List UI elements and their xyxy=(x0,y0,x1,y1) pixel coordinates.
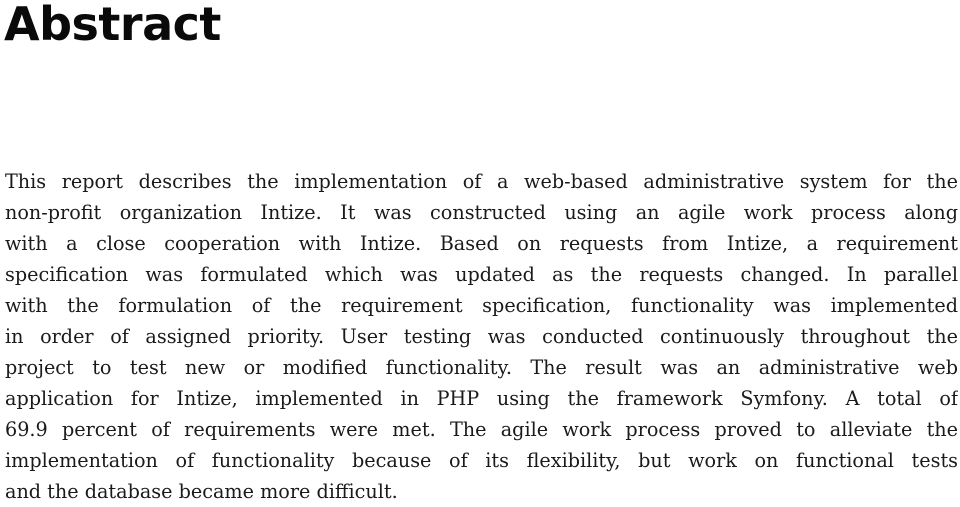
paragraph-line: with the formulation of the requirement … xyxy=(5,294,958,317)
abstract-heading: Abstract xyxy=(4,0,221,51)
paragraph-line: and the database became more difficult. xyxy=(5,480,398,503)
paragraph-line: 69.9 percent of requirements were met. T… xyxy=(5,418,958,441)
paragraph-line: This report describes the implementation… xyxy=(5,170,958,193)
paragraph-line: non-profit organization Intize. It was c… xyxy=(5,201,958,224)
abstract-paragraph: This report describes the implementation… xyxy=(5,166,958,507)
paragraph-line: implementation of functionality because … xyxy=(5,449,958,472)
paragraph-line: specification was formulated which was u… xyxy=(5,263,958,286)
paragraph-line: project to test new or modified function… xyxy=(5,356,958,379)
paragraph-line: application for Intize, implemented in P… xyxy=(5,387,958,410)
paragraph-line: in order of assigned priority. User test… xyxy=(5,325,958,348)
paragraph-line: with a close cooperation with Intize. Ba… xyxy=(5,232,958,255)
